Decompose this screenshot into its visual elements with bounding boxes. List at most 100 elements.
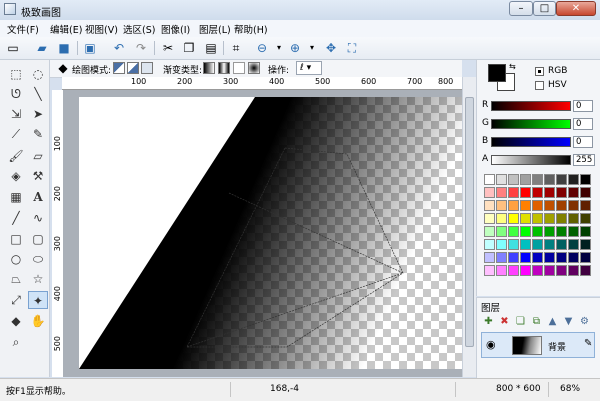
palette-color-swatch[interactable] xyxy=(532,187,543,198)
paste-icon[interactable]: ▤ xyxy=(203,40,219,56)
palette-color-swatch[interactable] xyxy=(544,174,555,185)
menu-edit[interactable]: 编辑(E) xyxy=(50,22,82,36)
operation-dropdown[interactable]: ℓ ▾ xyxy=(296,61,322,75)
palette-color-swatch[interactable] xyxy=(580,239,591,250)
polygon-tool-icon[interactable]: ⏢ xyxy=(6,270,26,288)
palette-color-swatch[interactable] xyxy=(484,265,495,276)
palette-color-swatch[interactable] xyxy=(508,187,519,198)
rectangle-tool-icon[interactable]: □ xyxy=(6,230,26,248)
zoom-out-icon[interactable]: ⊖ xyxy=(254,40,270,56)
drawing-canvas[interactable] xyxy=(79,97,462,369)
palette-color-swatch[interactable] xyxy=(484,213,495,224)
zoom-tool-icon[interactable]: ⌕ xyxy=(6,333,26,351)
line-tool-icon[interactable]: ╱ xyxy=(6,209,26,227)
palette-color-swatch[interactable] xyxy=(544,226,555,237)
palette-color-swatch[interactable] xyxy=(568,187,579,198)
draw-mode-option-3[interactable] xyxy=(141,62,153,74)
palette-color-swatch[interactable] xyxy=(520,252,531,263)
palette-color-swatch[interactable] xyxy=(520,226,531,237)
scrollbar-thumb[interactable] xyxy=(465,97,474,347)
palette-color-swatch[interactable] xyxy=(484,200,495,211)
palette-color-swatch[interactable] xyxy=(508,239,519,250)
palette-color-swatch[interactable] xyxy=(568,239,579,250)
gradient-reflected-option[interactable] xyxy=(218,62,230,74)
palette-color-swatch[interactable] xyxy=(568,213,579,224)
eraser-icon[interactable]: ▱ xyxy=(28,147,48,165)
palette-color-swatch[interactable] xyxy=(508,200,519,211)
palette-color-swatch[interactable] xyxy=(568,265,579,276)
palette-color-swatch[interactable] xyxy=(484,174,495,185)
palette-color-swatch[interactable] xyxy=(496,226,507,237)
palette-color-swatch[interactable] xyxy=(496,252,507,263)
palette-color-swatch[interactable] xyxy=(484,252,495,263)
menu-selection[interactable]: 选区(S) xyxy=(123,22,155,36)
palette-color-swatch[interactable] xyxy=(556,252,567,263)
primary-color-swatch[interactable] xyxy=(488,64,506,82)
menu-help[interactable]: 帮助(H) xyxy=(234,22,268,36)
palette-color-swatch[interactable] xyxy=(532,239,543,250)
blue-slider[interactable] xyxy=(491,137,571,147)
palette-color-swatch[interactable] xyxy=(544,187,555,198)
draw-mode-option-1[interactable] xyxy=(113,62,125,74)
palette-color-swatch[interactable] xyxy=(496,200,507,211)
palette-color-swatch[interactable] xyxy=(496,265,507,276)
menu-file[interactable]: 文件(F) xyxy=(7,22,39,36)
layer-visibility-icon[interactable]: ◉ xyxy=(486,338,496,351)
layer-properties-icon[interactable]: ⚙ xyxy=(578,315,591,328)
merge-layer-icon[interactable]: ⧉ xyxy=(530,315,543,328)
pan-hand-icon[interactable]: ✋ xyxy=(28,312,48,330)
zoom-in-dropdown-icon[interactable]: ▾ xyxy=(304,40,320,56)
draw-mode-option-2[interactable] xyxy=(127,62,139,74)
connector-tool-icon[interactable]: ⤢ xyxy=(6,291,26,309)
curve-tool-icon[interactable]: ∿ xyxy=(28,209,48,227)
palette-color-swatch[interactable] xyxy=(484,239,495,250)
palette-color-swatch[interactable] xyxy=(580,213,591,224)
save-icon[interactable]: ■ xyxy=(56,40,72,56)
new-file-icon[interactable]: ▭ xyxy=(5,40,21,56)
layer-down-icon[interactable]: ▼ xyxy=(562,315,575,328)
palette-color-swatch[interactable] xyxy=(520,213,531,224)
palette-color-swatch[interactable] xyxy=(508,226,519,237)
copy-icon[interactable]: ❐ xyxy=(181,40,197,56)
magic-wand-icon[interactable]: ╲ xyxy=(28,85,48,103)
palette-color-swatch[interactable] xyxy=(580,174,591,185)
palette-color-swatch[interactable] xyxy=(568,226,579,237)
rounded-rect-tool-icon[interactable]: ▢ xyxy=(28,230,48,248)
palette-color-swatch[interactable] xyxy=(580,252,591,263)
rect-select-icon[interactable]: ⬚ xyxy=(6,65,26,83)
ellipse-tool-icon[interactable]: ○ xyxy=(6,250,26,268)
palette-color-swatch[interactable] xyxy=(532,252,543,263)
palette-color-swatch[interactable] xyxy=(508,265,519,276)
duplicate-layer-icon[interactable]: ❏ xyxy=(514,315,527,328)
palette-color-swatch[interactable] xyxy=(580,265,591,276)
palette-color-swatch[interactable] xyxy=(508,174,519,185)
text-tool-icon[interactable]: A xyxy=(28,188,48,206)
palette-color-swatch[interactable] xyxy=(532,174,543,185)
swap-colors-icon[interactable]: ⇆ xyxy=(509,62,516,71)
layer-edit-icon[interactable]: ✎ xyxy=(584,338,592,349)
cut-icon[interactable]: ✂ xyxy=(160,40,176,56)
palette-color-swatch[interactable] xyxy=(496,187,507,198)
palette-color-swatch[interactable] xyxy=(544,213,555,224)
gradient-radial-option[interactable] xyxy=(248,62,260,74)
palette-color-swatch[interactable] xyxy=(532,200,543,211)
zoom-out-dropdown-icon[interactable]: ▾ xyxy=(271,40,287,56)
blue-value-input[interactable]: 0 xyxy=(573,136,593,148)
palette-color-swatch[interactable] xyxy=(568,252,579,263)
delete-layer-icon[interactable]: ✖ xyxy=(498,315,511,328)
palette-color-swatch[interactable] xyxy=(544,200,555,211)
add-layer-icon[interactable]: ✚ xyxy=(482,315,495,328)
palette-color-swatch[interactable] xyxy=(544,252,555,263)
hsv-mode-radio[interactable] xyxy=(535,81,544,90)
palette-color-swatch[interactable] xyxy=(556,200,567,211)
zoom-in-icon[interactable]: ⊕ xyxy=(287,40,303,56)
palette-color-swatch[interactable] xyxy=(556,265,567,276)
layer-row[interactable]: ◉ 背景 ✎ xyxy=(481,332,595,358)
red-value-input[interactable]: 0 xyxy=(573,100,593,112)
palette-color-swatch[interactable] xyxy=(580,200,591,211)
gradient-tool-icon[interactable]: ✦ xyxy=(28,291,48,309)
star-tool-icon[interactable]: ☆ xyxy=(28,270,48,288)
palette-color-swatch[interactable] xyxy=(580,187,591,198)
recolor-tool-icon[interactable]: ◆ xyxy=(6,312,26,330)
palette-color-swatch[interactable] xyxy=(484,187,495,198)
